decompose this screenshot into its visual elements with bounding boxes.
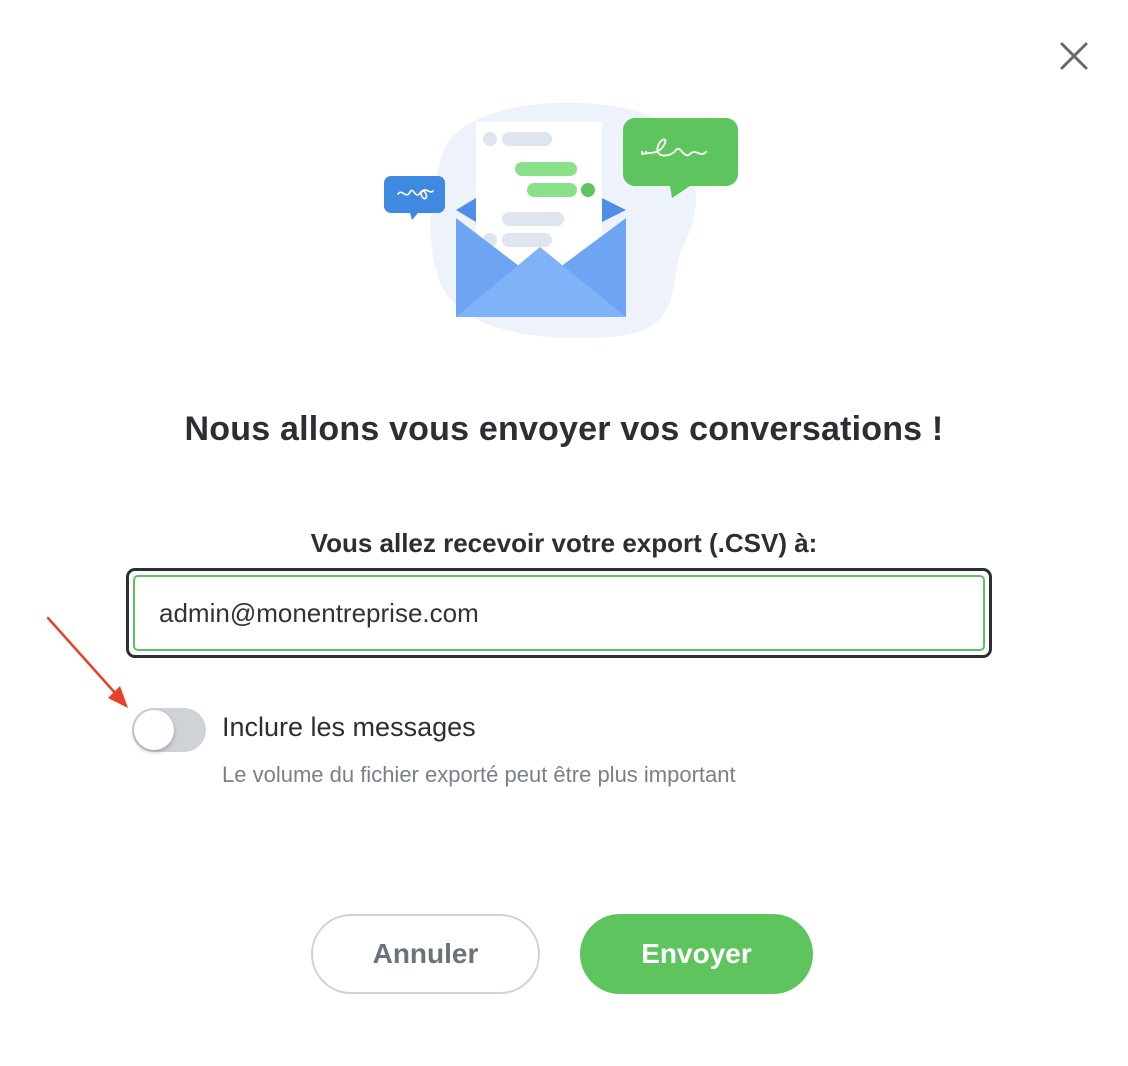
cancel-button[interactable]: Annuler [311, 914, 540, 994]
email-field-border [133, 575, 985, 651]
include-messages-help: Le volume du fichier exporté peut être p… [222, 762, 736, 787]
annotation-arrow-icon [46, 616, 128, 708]
toggle-knob [134, 710, 174, 750]
email-field[interactable] [135, 597, 983, 629]
envelope-chat-illustration [384, 102, 738, 339]
dialog-title: Nous allons vous envoyer vos conversatio… [184, 410, 944, 448]
send-button[interactable]: Envoyer [580, 914, 813, 994]
export-label: Vous allez recevoir votre export (.CSV) … [310, 528, 818, 558]
email-field-wrapper [126, 568, 992, 658]
include-messages-toggle[interactable] [132, 708, 206, 752]
close-icon[interactable] [1052, 34, 1096, 78]
include-messages-label: Inclure les messages [222, 712, 476, 742]
